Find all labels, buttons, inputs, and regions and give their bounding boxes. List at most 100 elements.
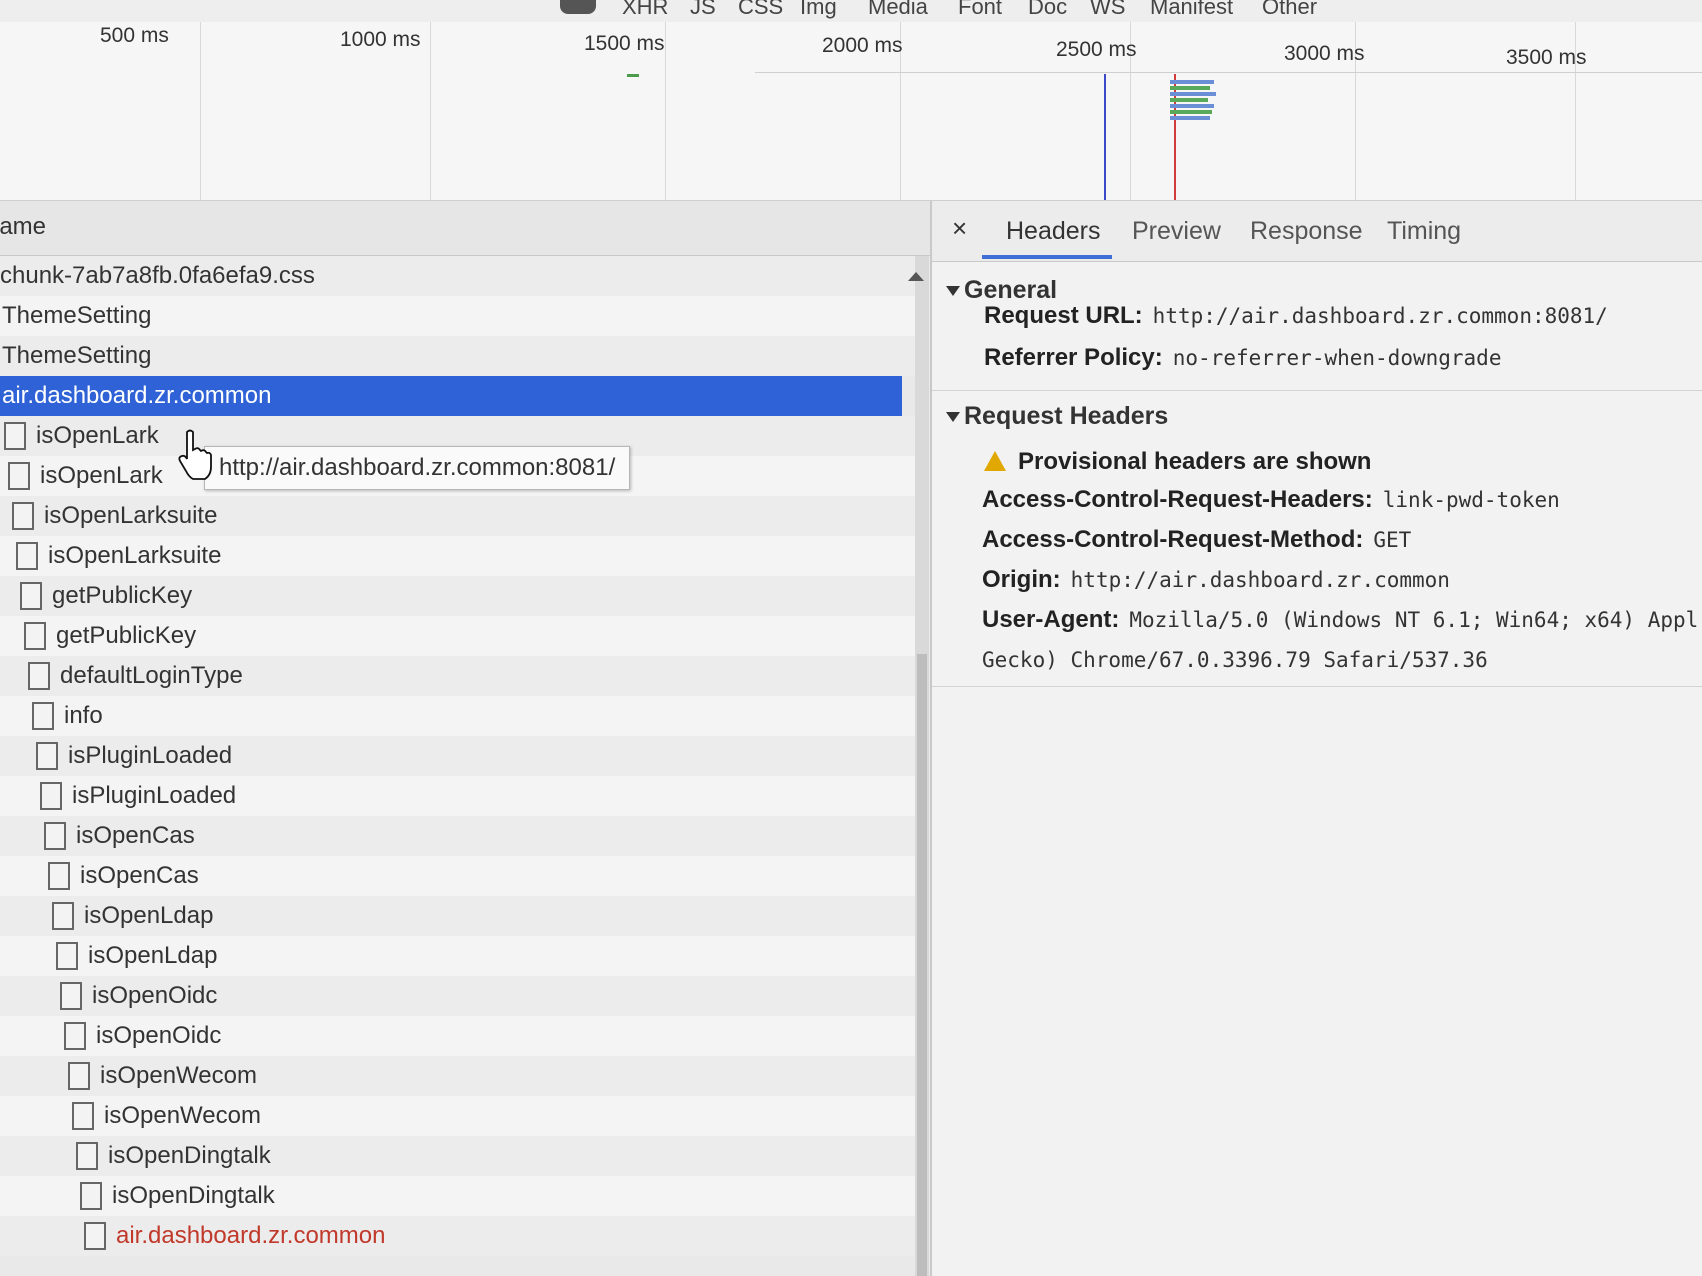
table-row[interactable]: isOpenOidc (0, 976, 915, 1016)
table-row[interactable]: isPluginLoaded (0, 736, 915, 776)
tab-response[interactable]: Response (1250, 217, 1363, 246)
filter-css[interactable]: CSS (738, 0, 783, 20)
request-name: isOpenLarksuite (48, 542, 222, 569)
table-row[interactable]: air.dashboard.zr.common (0, 1216, 915, 1256)
filter-media[interactable]: Media (868, 0, 928, 20)
table-row[interactable]: isOpenLarksuite (0, 496, 915, 536)
row-checkbox[interactable] (80, 1182, 102, 1210)
row-checkbox[interactable] (20, 582, 42, 610)
row-checkbox[interactable] (84, 1222, 106, 1250)
active-tab-indicator (982, 255, 1112, 259)
table-row[interactable]: isOpenWecom (0, 1096, 915, 1136)
table-row[interactable]: chunk-7ab7a8fb.0fa6efa9.css (0, 256, 915, 296)
row-checkbox[interactable] (56, 942, 78, 970)
row-checkbox[interactable] (24, 622, 46, 650)
table-row-selected[interactable]: air.dashboard.zr.common (0, 376, 902, 416)
column-name-header[interactable]: Name (0, 213, 46, 241)
tab-timing[interactable]: Timing (1387, 217, 1461, 246)
request-name: defaultLoginType (60, 662, 243, 689)
filter-manifest[interactable]: Manifest (1150, 0, 1233, 20)
general-section-toggle[interactable]: General (946, 276, 1057, 305)
table-row[interactable]: defaultLoginType (0, 656, 915, 696)
headers-panel: General Request URL: http://air.dashboard… (932, 262, 1702, 1276)
request-name: getPublicKey (52, 582, 193, 609)
filter-js[interactable]: JS (690, 0, 716, 20)
row-checkbox[interactable] (48, 862, 70, 890)
table-row[interactable]: isOpenLdap (0, 896, 915, 936)
row-checkbox[interactable] (32, 702, 54, 730)
row-checkbox[interactable] (60, 982, 82, 1010)
table-row[interactable]: ThemeSetting (0, 296, 915, 336)
acrm-row: Access-Control-Request-Method: GET (982, 526, 1411, 554)
request-name: air.dashboard.zr.common (116, 1222, 386, 1249)
header-key: User-Agent: (982, 606, 1120, 633)
grid-line (430, 22, 431, 200)
request-name: isOpenLark (40, 462, 163, 489)
table-row[interactable]: getPublicKey (0, 576, 915, 616)
filter-xhr[interactable]: XHR (622, 0, 668, 20)
request-list[interactable]: chunk-7ab7a8fb.0fa6efa9.css ThemeSetting T… (0, 256, 915, 1276)
header-value: http://air.dashboard.zr.common:8081/ (1152, 304, 1608, 328)
table-row[interactable]: isOpenDingtalk (0, 1176, 915, 1216)
table-row[interactable]: isOpenCas (0, 816, 915, 856)
request-name: isOpenLdap (88, 942, 218, 969)
tick-label: 3000 ms (1284, 42, 1365, 65)
filter-ws[interactable]: WS (1090, 0, 1125, 20)
filter-toggle-icon[interactable] (560, 0, 596, 14)
table-row[interactable]: info (0, 696, 915, 736)
tab-preview[interactable]: Preview (1132, 217, 1221, 246)
header-key: Access-Control-Request-Headers: (982, 486, 1373, 513)
warning-icon (984, 451, 1006, 471)
filter-doc[interactable]: Doc (1028, 0, 1067, 20)
request-mark (627, 74, 639, 77)
request-name: air.dashboard.zr.common (2, 382, 272, 409)
row-checkbox[interactable] (52, 902, 74, 930)
table-row[interactable]: getPublicKey (0, 616, 915, 656)
table-row[interactable]: isOpenCas (0, 856, 915, 896)
warning-text: Provisional headers are shown (1018, 448, 1372, 475)
network-overview[interactable]: 500 ms 1000 ms 1500 ms 2000 ms 2500 ms 3… (0, 22, 1702, 201)
filter-other[interactable]: Other (1262, 0, 1317, 20)
hand-cursor-icon (178, 429, 212, 480)
table-row[interactable]: isOpenDingtalk (0, 1136, 915, 1176)
scrollbar-thumb[interactable] (917, 654, 927, 1276)
tab-headers[interactable]: Headers (1006, 217, 1101, 246)
row-checkbox[interactable] (16, 542, 38, 570)
request-name: isOpenLdap (84, 902, 214, 929)
table-row[interactable]: isOpenWecom (0, 1056, 915, 1096)
table-row[interactable]: isOpenLarksuite (0, 536, 915, 576)
header-key: Request URL: (984, 302, 1143, 329)
request-name: getPublicKey (56, 622, 197, 649)
row-checkbox[interactable] (12, 502, 34, 530)
request-name: info (64, 702, 103, 729)
row-checkbox[interactable] (72, 1102, 94, 1130)
row-checkbox[interactable] (64, 1022, 86, 1050)
row-checkbox[interactable] (76, 1142, 98, 1170)
request-headers-title: Request Headers (964, 402, 1169, 430)
filter-img[interactable]: Img (800, 0, 837, 20)
table-row[interactable]: isOpenOidc (0, 1016, 915, 1056)
row-checkbox[interactable] (8, 462, 30, 490)
section-divider (932, 390, 1702, 391)
request-list-header[interactable]: Name (0, 201, 930, 256)
row-checkbox[interactable] (28, 662, 50, 690)
row-checkbox[interactable] (44, 822, 66, 850)
triangle-down-icon (946, 286, 960, 297)
filter-font[interactable]: Font (958, 0, 1002, 20)
table-row[interactable]: ThemeSetting (0, 336, 915, 376)
referrer-policy-row: Referrer Policy: no-referrer-when-downgra… (984, 344, 1501, 372)
row-checkbox[interactable] (4, 422, 26, 450)
row-checkbox[interactable] (40, 782, 62, 810)
url-tooltip: http://air.dashboard.zr.common:8081/ (204, 446, 631, 490)
table-row[interactable]: isOpenLdap (0, 936, 915, 976)
general-title: General (964, 276, 1058, 304)
request-headers-section-toggle[interactable]: Request Headers (946, 402, 1168, 431)
close-icon[interactable]: × (952, 213, 967, 244)
request-name: ThemeSetting (2, 302, 152, 329)
request-name: isPluginLoaded (68, 742, 233, 769)
scroll-up-icon[interactable] (908, 272, 924, 281)
tick-label: 1000 ms (340, 28, 421, 51)
row-checkbox[interactable] (68, 1062, 90, 1090)
row-checkbox[interactable] (36, 742, 58, 770)
table-row[interactable]: isPluginLoaded (0, 776, 915, 816)
